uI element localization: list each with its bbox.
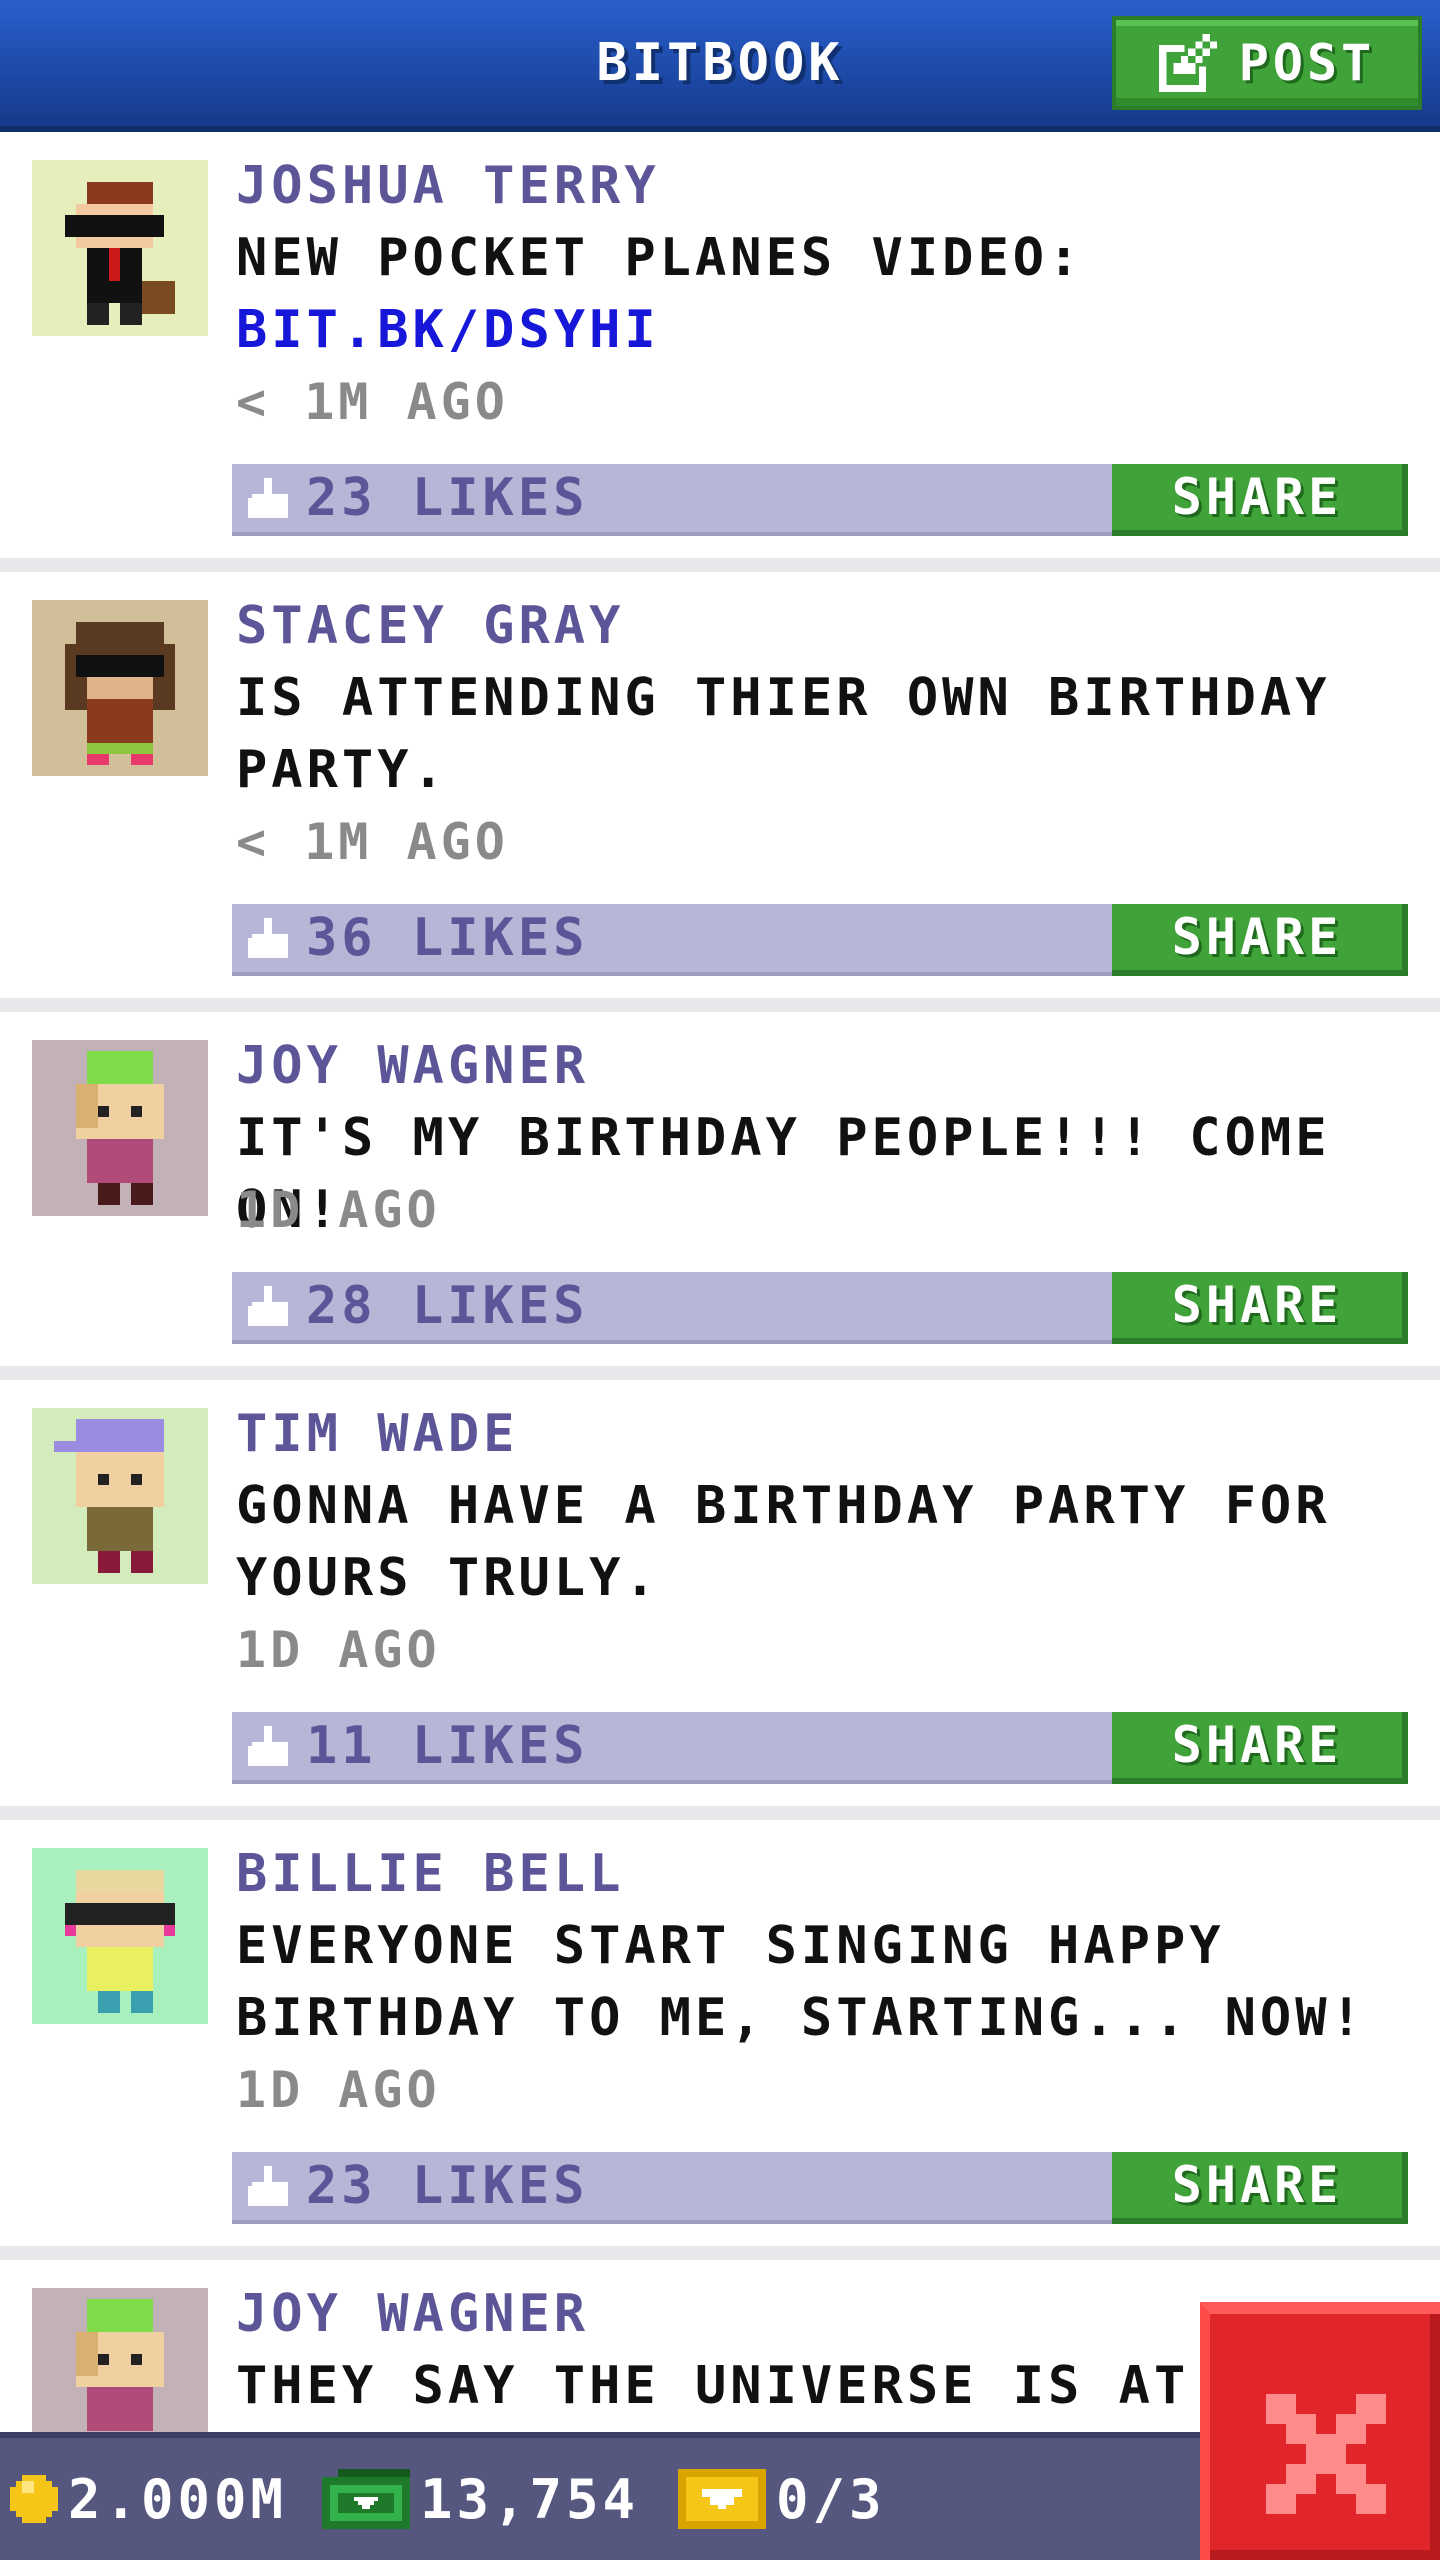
feed-post: TIM WADE GONNA HAVE A BIRTHDAY PARTY FOR… — [0, 1380, 1440, 1806]
close-button[interactable] — [1200, 2302, 1440, 2560]
feed-post: JOY WAGNER IT'S MY BIRTHDAY PEOPLE!!! CO… — [0, 1012, 1440, 1366]
post-author[interactable]: JOY WAGNER — [236, 2278, 589, 2350]
feed-post: BILLIE BELL EVERYONE START SINGING HAPPY… — [0, 1820, 1440, 2246]
like-bar: 36 LIKES SHARE — [232, 904, 1408, 976]
post-timestamp: < 1M AGO — [236, 373, 509, 431]
avatar[interactable] — [32, 160, 208, 336]
coin-balance: 2.000M — [10, 2438, 287, 2560]
ticket-balance: 0/3 — [678, 2438, 886, 2560]
like-bar: 11 LIKES SHARE — [232, 1712, 1408, 1784]
thumbs-up-icon[interactable] — [248, 918, 292, 958]
thumbs-up-icon[interactable] — [248, 1726, 292, 1766]
share-button[interactable]: SHARE — [1112, 2152, 1408, 2224]
post-timestamp: < 1M AGO — [236, 813, 509, 871]
like-count: 11 LIKES — [306, 1716, 589, 1776]
bux-balance: 13,754 — [322, 2438, 639, 2560]
share-button[interactable]: SHARE — [1112, 1272, 1408, 1344]
post-author[interactable]: JOY WAGNER — [236, 1030, 589, 1102]
share-button[interactable]: SHARE — [1112, 464, 1408, 536]
post-timestamp: 1D AGO — [236, 2061, 441, 2119]
ticket-icon — [678, 2469, 766, 2529]
avatar[interactable] — [32, 1848, 208, 2024]
post-message: GONNA HAVE A BIRTHDAY PARTY FOR YOURS TR… — [236, 1476, 1331, 1608]
post-timestamp: 1D AGO — [236, 1181, 441, 1239]
news-feed[interactable]: JOSHUA TERRY NEW POCKET PLANES VIDEO: BI… — [0, 132, 1440, 2474]
like-count: 23 LIKES — [306, 2156, 589, 2216]
thumbs-up-icon[interactable] — [248, 1286, 292, 1326]
bux-amount: 13,754 — [420, 2467, 640, 2531]
post-text: NEW POCKET PLANES VIDEO: BIT.BK/DSYHI — [236, 222, 1426, 366]
avatar[interactable] — [32, 600, 208, 776]
share-button[interactable]: SHARE — [1112, 1712, 1408, 1784]
coin-icon — [10, 2475, 58, 2523]
post-button-label: POST — [1238, 34, 1376, 92]
like-bar: 23 LIKES SHARE — [232, 464, 1408, 536]
avatar[interactable] — [32, 1040, 208, 1216]
like-bar: 28 LIKES SHARE — [232, 1272, 1408, 1344]
feed-post: STACEY GRAY IS ATTENDING THIER OWN BIRTH… — [0, 572, 1440, 998]
post-link[interactable]: BIT.BK/DSYHI — [236, 294, 1426, 366]
share-button[interactable]: SHARE — [1112, 904, 1408, 976]
post-author[interactable]: STACEY GRAY — [236, 590, 624, 662]
avatar[interactable] — [32, 1408, 208, 1584]
like-bar: 23 LIKES SHARE — [232, 2152, 1408, 2224]
coin-amount: 2.000M — [68, 2467, 288, 2531]
post-message: NEW POCKET PLANES VIDEO: — [236, 228, 1084, 288]
post-author[interactable]: TIM WADE — [236, 1398, 518, 1470]
bux-icon — [322, 2469, 410, 2529]
post-button[interactable]: POST — [1112, 16, 1422, 110]
like-count: 28 LIKES — [306, 1276, 589, 1336]
post-message: IS ATTENDING THIER OWN BIRTHDAY PARTY. — [236, 668, 1331, 800]
edit-icon — [1158, 34, 1217, 92]
post-timestamp: 1D AGO — [236, 1621, 441, 1679]
app-header: BITBOOK POST — [0, 0, 1440, 132]
close-icon — [1266, 2394, 1386, 2514]
feed-post: JOSHUA TERRY NEW POCKET PLANES VIDEO: BI… — [0, 132, 1440, 558]
like-count: 23 LIKES — [306, 468, 589, 528]
ticket-count: 0/3 — [776, 2467, 886, 2531]
post-author[interactable]: BILLIE BELL — [236, 1838, 624, 1910]
like-count: 36 LIKES — [306, 908, 589, 968]
post-message: EVERYONE START SINGING HAPPY BIRTHDAY TO… — [236, 1916, 1366, 2048]
post-author[interactable]: JOSHUA TERRY — [236, 150, 660, 222]
thumbs-up-icon[interactable] — [248, 2166, 292, 2206]
thumbs-up-icon[interactable] — [248, 478, 292, 518]
